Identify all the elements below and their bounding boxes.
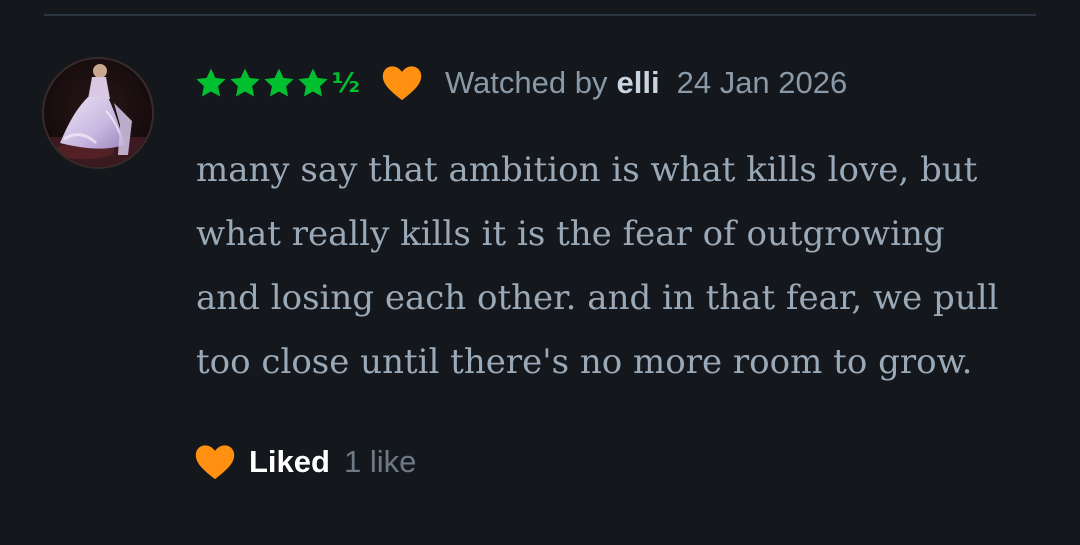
review-text: many say that ambition is what kills lov… bbox=[196, 138, 1056, 394]
like-count-link[interactable]: 1 like bbox=[344, 444, 416, 480]
star-icon bbox=[264, 68, 294, 97]
star-icon bbox=[196, 68, 226, 97]
avatar-image bbox=[44, 59, 152, 167]
review-text-line: too close until there's no more room to … bbox=[196, 342, 973, 382]
review-text-line: and losing each other. and in that fear,… bbox=[196, 278, 999, 318]
review-date[interactable]: 24 Jan 2026 bbox=[677, 65, 848, 101]
review-text-line: many say that ambition is what kills lov… bbox=[196, 150, 978, 190]
like-heart-icon[interactable] bbox=[194, 444, 236, 480]
top-divider bbox=[44, 14, 1036, 16]
like-button[interactable]: Liked bbox=[249, 444, 330, 480]
star-icon bbox=[298, 68, 328, 97]
review-actions: Liked 1 like bbox=[194, 440, 416, 484]
review-text-line: what really kills it is the fear of outg… bbox=[196, 214, 945, 254]
review-meta: ½ Watched by elli 24 Jan 2026 bbox=[194, 62, 847, 104]
username-link[interactable]: elli bbox=[617, 65, 660, 101]
avatar[interactable] bbox=[44, 59, 152, 167]
heart-icon bbox=[382, 66, 422, 101]
star-rating: ½ bbox=[194, 66, 360, 100]
watched-by-label: Watched by bbox=[444, 65, 608, 100]
half-star-glyph: ½ bbox=[332, 67, 360, 99]
star-icon bbox=[230, 68, 260, 97]
